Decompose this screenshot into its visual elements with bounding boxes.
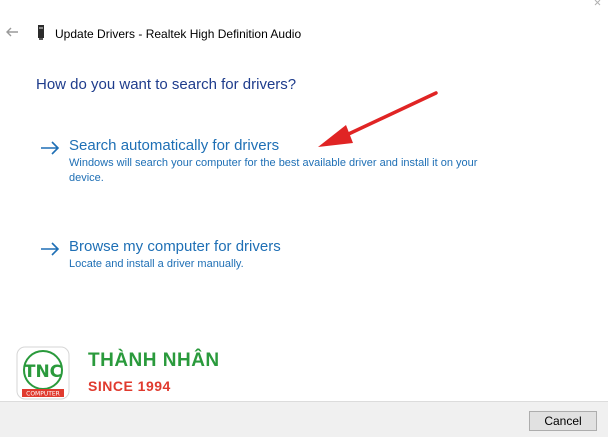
title-bar: Update Drivers - Realtek High Definition…: [0, 0, 608, 60]
device-icon: [38, 25, 44, 40]
cancel-button[interactable]: Cancel: [529, 411, 597, 431]
brand-name: THÀNH NHÂN: [88, 350, 220, 371]
right-arrow-icon: [41, 141, 60, 155]
browse-computer-description: Locate and install a driver manually.: [69, 258, 244, 270]
annotation-arrow: [318, 91, 438, 147]
watermark-logo: TNC COMPUTER THÀNH NHÂN SINCE 1994: [14, 344, 219, 404]
browse-computer-link[interactable]: Browse my computer for drivers: [69, 238, 281, 255]
window-title: Update Drivers - Realtek High Definition…: [55, 27, 302, 41]
right-arrow-icon: [41, 242, 60, 256]
page-heading: How do you want to search for drivers?: [36, 76, 297, 93]
badge-caption: COMPUTER: [26, 391, 60, 398]
dialog-footer: Cancel: [0, 401, 608, 437]
back-arrow-icon[interactable]: [4, 24, 20, 40]
tnc-logo-icon: TNC COMPUTER: [16, 346, 70, 400]
search-automatically-link[interactable]: Search automatically for drivers: [69, 137, 279, 154]
brand-since: SINCE 1994: [88, 378, 171, 394]
search-automatically-description: Windows will search your computer for th…: [69, 157, 478, 184]
badge-letters: TNC: [24, 362, 62, 382]
close-icon[interactable]: [594, 0, 604, 10]
browse-computer-option[interactable]: Browse my computer for drivers Locate an…: [40, 238, 510, 276]
